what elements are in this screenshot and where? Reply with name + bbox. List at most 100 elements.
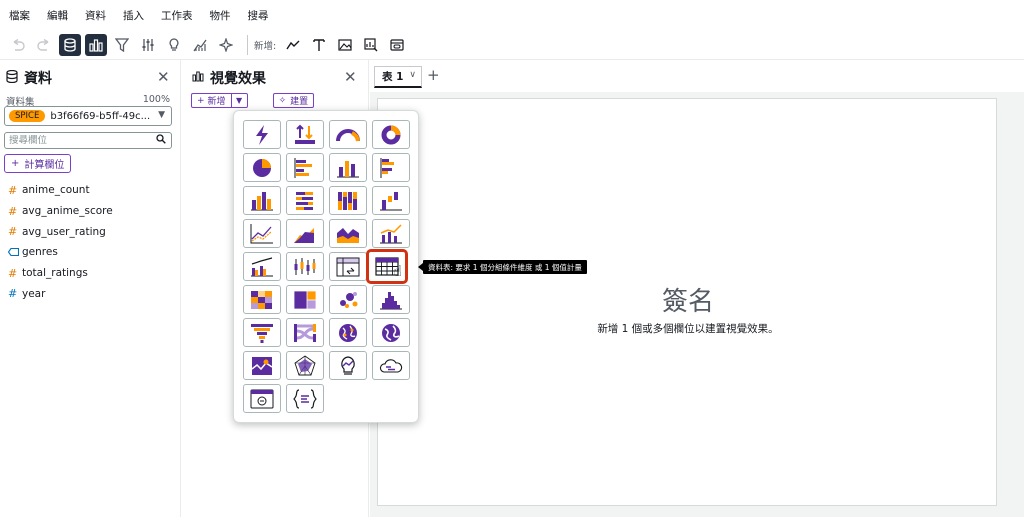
measure-icon: # [8,287,18,301]
bar-chart-icon [192,70,204,86]
radar-chart-icon[interactable] [286,351,324,380]
data-panel-title-text: 資料 [24,71,52,87]
line-chart-icon[interactable] [243,219,281,248]
measure-icon: # [8,266,18,280]
word-cloud-icon[interactable] [372,351,410,380]
donut-chart-icon[interactable] [372,120,410,149]
histogram-icon[interactable] [372,285,410,314]
stacked-bar-icon[interactable] [243,186,281,215]
visualize-icon[interactable] [85,33,107,56]
menu-edit[interactable]: 編輯 [47,8,68,23]
field-name: avg_anime_score [22,205,113,218]
close-icon[interactable]: ✕ [344,68,357,86]
add-sheet-icon[interactable]: + [427,66,440,84]
build-visual-button[interactable]: ✧ 建置 [272,93,315,108]
add-visual-dropdown[interactable]: ▼ [231,93,248,108]
placeholder-subtitle: 新增 1 個或多個欄位以建置視覺效果。 [597,323,779,335]
field-name: year [22,287,46,300]
field-item[interactable]: # total_ratings [8,263,113,284]
insight-icon[interactable] [360,34,382,56]
visual-placeholder[interactable]: 簽名 新增 1 個或多個欄位以建置視覺效果。 [377,98,997,506]
forecast-icon[interactable] [189,34,211,56]
geospatial-map-icon[interactable] [243,351,281,380]
combo-clustered-icon[interactable] [243,252,281,281]
vertical-bar-icon[interactable] [329,153,367,182]
text-icon[interactable] [308,34,330,56]
autograph-icon[interactable] [243,120,281,149]
placeholder-title: 簽名 [661,287,714,317]
stacked-horizontal-bar-icon[interactable] [286,186,324,215]
sparkle-icon: ✧ [278,95,287,106]
image-icon[interactable] [334,34,356,56]
menu-objects[interactable]: 物件 [210,8,231,23]
close-icon[interactable]: ✕ [157,68,170,86]
tree-map-icon[interactable] [286,285,324,314]
insight-bulb-icon[interactable] [329,351,367,380]
caret-down-icon: ▼ [158,110,165,120]
calc-field-label: 計算欄位 [24,160,65,171]
gauge-icon[interactable] [329,120,367,149]
field-search-input[interactable] [9,135,149,146]
field-item[interactable]: # avg_user_rating [8,221,113,242]
custom-visual-icon[interactable] [243,384,281,413]
stacked-100-bar-icon[interactable] [329,186,367,215]
menu-sheets[interactable]: 工作表 [161,8,193,23]
field-name: anime_count [22,184,90,197]
add-calculated-field-button[interactable]: + 計算欄位 [4,154,72,173]
field-item[interactable]: # avg_anime_score [8,201,113,222]
menu-insert[interactable]: 插入 [123,8,144,23]
insights-icon[interactable] [163,34,185,56]
dataset-percent: 100% [142,94,170,105]
search-icon [156,134,166,147]
pivot-table-icon[interactable] [329,252,367,281]
data-panel: 資料 ✕ 資料集 100% SPICE b3f66f69-b5ff-49c...… [0,60,181,517]
funnel-chart-icon[interactable] [243,318,281,347]
build-label: 建置 [290,97,309,107]
parameters-icon[interactable] [137,34,159,56]
stacked-area-icon[interactable] [329,219,367,248]
field-item[interactable]: # anime_count [8,180,113,201]
area-chart-icon[interactable] [286,219,324,248]
narrative-icon[interactable] [286,384,324,413]
scatter-plot-icon[interactable] [329,285,367,314]
redo-icon[interactable] [33,34,55,56]
clustered-bar-icon[interactable] [372,153,410,182]
point-map-icon[interactable] [329,318,367,347]
pie-chart-icon[interactable] [243,153,281,182]
undo-icon[interactable] [7,34,29,56]
data-panel-title: 資料 [6,68,52,88]
line-chart-icon[interactable] [282,34,304,56]
ai-icon[interactable] [215,34,237,56]
dataset-name: b3f66f69-b5ff-49c... [50,110,151,122]
dataset-select[interactable]: SPICE b3f66f69-b5ff-49c... ▼ [4,106,172,126]
toolbar-separator [247,34,248,55]
plus-icon: + [197,95,205,106]
kpi-icon[interactable] [286,120,324,149]
sankey-icon[interactable] [286,318,324,347]
field-search[interactable] [4,132,172,149]
filter-icon[interactable] [111,34,133,56]
toolbar: 新增: [0,30,1024,60]
field-item[interactable]: genres [7,242,113,263]
field-name: avg_user_rating [22,225,106,238]
menu-file[interactable]: 檔案 [9,8,30,23]
horizontal-bar-icon[interactable] [286,153,324,182]
visual-type-tooltip: 資料表: 要求 1 個分組條件維度 或 1 個值計量 [418,260,587,274]
add-visual-label: 新增 [207,97,226,107]
sheet-tab[interactable]: 表 1 ∨ [374,66,422,88]
menu-data[interactable]: 資料 [85,8,106,23]
waterfall-icon[interactable] [372,186,410,215]
combo-chart-icon[interactable] [372,219,410,248]
heat-map-icon[interactable] [243,285,281,314]
field-item[interactable]: # year [8,283,113,304]
menu-search[interactable]: 搜尋 [248,8,269,23]
visual-type-picker [233,110,419,423]
hand-cursor-icon: ☝ [393,262,403,280]
chevron-down-icon[interactable]: ∨ [409,70,416,80]
data-icon[interactable] [59,33,81,56]
add-visual-button[interactable]: + 新增 [191,93,232,108]
box-plot-icon[interactable] [286,252,324,281]
filled-map-icon[interactable] [372,318,410,347]
field-list: # anime_count # avg_anime_score # avg_user_… [7,180,113,304]
embed-icon[interactable] [386,34,408,56]
